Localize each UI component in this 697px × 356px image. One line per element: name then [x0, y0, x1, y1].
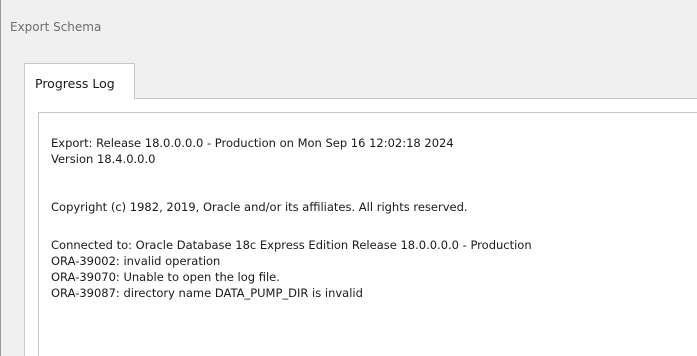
log-line: Copyright (c) 1982, 2019, Oracle and/or … — [51, 200, 468, 214]
progress-log-textarea[interactable]: Export: Release 18.0.0.0.0 - Production … — [38, 112, 697, 356]
log-line: Version 18.4.0.0.0 — [51, 152, 156, 166]
log-line: Connected to: Oracle Database 18c Expres… — [51, 238, 532, 252]
log-line: Export: Release 18.0.0.0.0 - Production … — [51, 136, 454, 150]
title-bar[interactable]: Export Schema — [1, 0, 697, 40]
tab-progress-log[interactable]: Progress Log — [24, 63, 135, 99]
log-line: ORA-39002: invalid operation — [51, 254, 221, 268]
log-line: ORA-39087: directory name DATA_PUMP_DIR … — [51, 286, 363, 300]
export-schema-window: Export Schema Progress Log Export: Relea… — [0, 0, 697, 356]
tab-label: Progress Log — [35, 76, 115, 91]
log-line: ORA-39070: Unable to open the log file. — [51, 270, 280, 284]
window-title: Export Schema — [10, 20, 102, 34]
